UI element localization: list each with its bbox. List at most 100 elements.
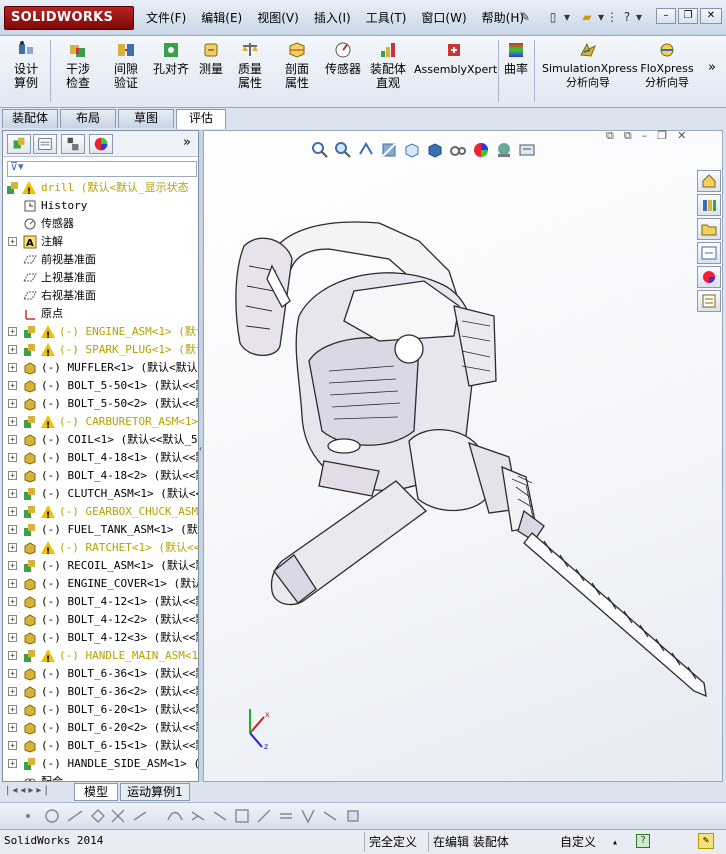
restore-button[interactable]: ❐ — [678, 8, 698, 24]
edit-appearance-icon[interactable] — [471, 140, 491, 160]
notification-icon[interactable]: ✎ — [698, 833, 714, 849]
hole-alignment-button[interactable]: 孔对齐 — [150, 40, 192, 76]
tree-item[interactable]: + (-) CARBURETOR_ASM<1> ( — [3, 413, 198, 431]
apply-scene-icon[interactable] — [494, 140, 514, 160]
tree-item[interactable]: + (-) BOLT_5-50<1> (默认<<默 — [3, 377, 198, 395]
expand-icon[interactable]: + — [8, 669, 17, 678]
solidworks-logo[interactable]: SOLIDWORKS — [4, 6, 134, 30]
help-status-icon[interactable]: ? — [636, 834, 650, 848]
tree-item[interactable]: + (-) HANDLE_MAIN_ASM<1> ( — [3, 647, 198, 665]
expand-icon[interactable]: + — [8, 525, 17, 534]
expand-icon[interactable]: + — [8, 543, 17, 552]
expand-icon[interactable]: + — [8, 489, 17, 498]
drill-3d-model[interactable] — [204, 131, 724, 783]
tree-item[interactable]: + (-) BOLT_4-12<3> (默认<<默 — [3, 629, 198, 647]
tree-item[interactable]: + (-) BOLT_6-36<1> (默认<<默 — [3, 665, 198, 683]
tab-scroll-arrows-icon[interactable]: |◂◂▸▸| — [6, 785, 51, 796]
menu-window[interactable]: 窗口(W) — [421, 9, 466, 26]
graphics-area[interactable]: ⧉⧉–❐✕ x z — [203, 129, 724, 783]
more-icon[interactable]: ⋮ — [606, 8, 618, 26]
menu-edit[interactable]: 编辑(E) — [201, 9, 242, 26]
sensor-button[interactable]: 传感器 — [322, 40, 364, 76]
collapse-panel-icon[interactable]: ‹ — [199, 444, 202, 453]
units-dropdown-icon[interactable]: ▴ — [612, 832, 618, 854]
expand-icon[interactable]: + — [8, 237, 17, 246]
tree-item[interactable]: + (-) MUFFLER<1> (默认<默认 — [3, 359, 198, 377]
tree-item[interactable]: + (-) GEARBOX_CHUCK_ASM<1 — [3, 503, 198, 521]
tree-item[interactable]: 右视基准面 — [3, 287, 198, 305]
assembly-visualization-button[interactable]: 装配体直观 — [366, 40, 410, 90]
tree-item[interactable]: + (-) BOLT_4-18<2> (默认<<默 — [3, 467, 198, 485]
new-document-icon[interactable]: ▯ — [544, 8, 562, 26]
expand-icon[interactable]: + — [8, 345, 17, 354]
tree-item[interactable]: + (-) BOLT_4-12<1> (默认<<默 — [3, 593, 198, 611]
expand-icon[interactable]: + — [8, 453, 17, 462]
dropdown-icon[interactable]: ▾ — [562, 8, 572, 26]
sketch-tools-icons[interactable] — [8, 806, 378, 826]
panel-expand-icon[interactable]: » — [183, 135, 191, 150]
expand-icon[interactable]: + — [8, 507, 17, 516]
tab-layout[interactable]: 布局 — [60, 109, 116, 128]
tree-item[interactable]: + (-) FUEL_TANK_ASM<1> (默 — [3, 521, 198, 539]
expand-icon[interactable]: + — [8, 399, 17, 408]
display-style-icon[interactable] — [425, 140, 445, 160]
menu-tools[interactable]: 工具(T) — [366, 9, 407, 26]
tree-filter-input[interactable]: ⊽▾ — [7, 160, 197, 177]
expand-icon[interactable]: + — [8, 381, 17, 390]
tree-item[interactable]: + (-) HANDLE_SIDE_ASM<1> (默 — [3, 755, 198, 773]
tree-root[interactable]: drill (默认<默认_显示状态 — [3, 179, 198, 197]
ribbon-overflow-icon[interactable]: » — [708, 60, 716, 75]
tree-item[interactable]: 原点 — [3, 305, 198, 323]
expand-icon[interactable]: + — [8, 633, 17, 642]
expand-icon[interactable]: + — [8, 615, 17, 624]
expand-icon[interactable]: + — [8, 723, 17, 732]
simulationxpress-button[interactable]: SimulationXpress分析向导 — [540, 40, 638, 90]
tree-item[interactable]: + (-) BOLT_6-15<1> (默认<<默 — [3, 737, 198, 755]
tree-item[interactable]: + (-) BOLT_6-20<1> (默认<<默 — [3, 701, 198, 719]
appearances-scenes-icon[interactable] — [697, 266, 721, 288]
tree-item[interactable]: + (-) SPARK_PLUG<1> (默认 — [3, 341, 198, 359]
tree-item[interactable]: + (-) BOLT_6-36<2> (默认<<默 — [3, 683, 198, 701]
section-properties-button[interactable]: 剖面属性 — [276, 40, 318, 90]
tree-item[interactable]: History — [3, 197, 198, 215]
minimize-button[interactable]: – — [656, 8, 676, 24]
tree-item[interactable]: + A 注解 — [3, 233, 198, 251]
custom-properties-icon[interactable] — [697, 290, 721, 312]
expand-icon[interactable]: + — [8, 741, 17, 750]
tab-assembly[interactable]: 装配体 — [2, 109, 58, 128]
configuration-tab-icon[interactable] — [61, 134, 85, 154]
property-manager-tab-icon[interactable] — [33, 134, 57, 154]
design-study-button[interactable]: 设计算例 — [6, 40, 46, 90]
expand-icon[interactable]: + — [8, 471, 17, 480]
tree-item[interactable]: + (-) BOLT_4-18<1> (默认<<默 — [3, 449, 198, 467]
tree-item[interactable]: + (-) CLUTCH_ASM<1> (默认<< — [3, 485, 198, 503]
floxpress-button[interactable]: FloXpress分析向导 — [638, 40, 696, 90]
close-button[interactable]: ✕ — [700, 8, 722, 24]
expand-icon[interactable]: + — [8, 687, 17, 696]
view-palette-icon[interactable] — [697, 242, 721, 264]
tree-item[interactable]: + (-) BOLT_5-50<2> (默认<<默 — [3, 395, 198, 413]
menu-file[interactable]: 文件(F) — [146, 9, 186, 26]
mass-properties-button[interactable]: 质量属性 — [230, 40, 270, 90]
hide-show-items-icon[interactable] — [448, 140, 468, 160]
feature-tree-tab-icon[interactable] — [7, 134, 31, 154]
tree-item[interactable]: 上视基准面 — [3, 269, 198, 287]
tree-item[interactable]: + (-) BOLT_6-20<2> (默认<<默 — [3, 719, 198, 737]
section-view-icon[interactable] — [379, 140, 399, 160]
view-orientation-icon[interactable] — [402, 140, 422, 160]
tab-motion-study[interactable]: 运动算例1 — [120, 783, 190, 801]
interference-check-button[interactable]: 干涉检查 — [56, 40, 100, 90]
clearance-verification-button[interactable]: 间隙验证 — [104, 40, 148, 90]
expand-icon[interactable]: + — [8, 579, 17, 588]
tree-item[interactable]: + (-) ENGINE_COVER<1> (默认< — [3, 575, 198, 593]
design-library-icon[interactable] — [697, 194, 721, 216]
dropdown-icon[interactable]: ▾ — [634, 8, 644, 26]
expand-icon[interactable]: + — [8, 417, 17, 426]
curvature-button[interactable]: 曲率 — [502, 40, 530, 76]
tree-item[interactable]: + (-) RATCHET<1> (默认<<默 — [3, 539, 198, 557]
tree-item[interactable]: + (-) BOLT_4-12<2> (默认<<默 — [3, 611, 198, 629]
display-manager-tab-icon[interactable] — [89, 134, 113, 154]
expand-icon[interactable]: + — [8, 327, 17, 336]
expand-icon[interactable]: + — [8, 759, 17, 768]
expand-icon[interactable]: + — [8, 435, 17, 444]
